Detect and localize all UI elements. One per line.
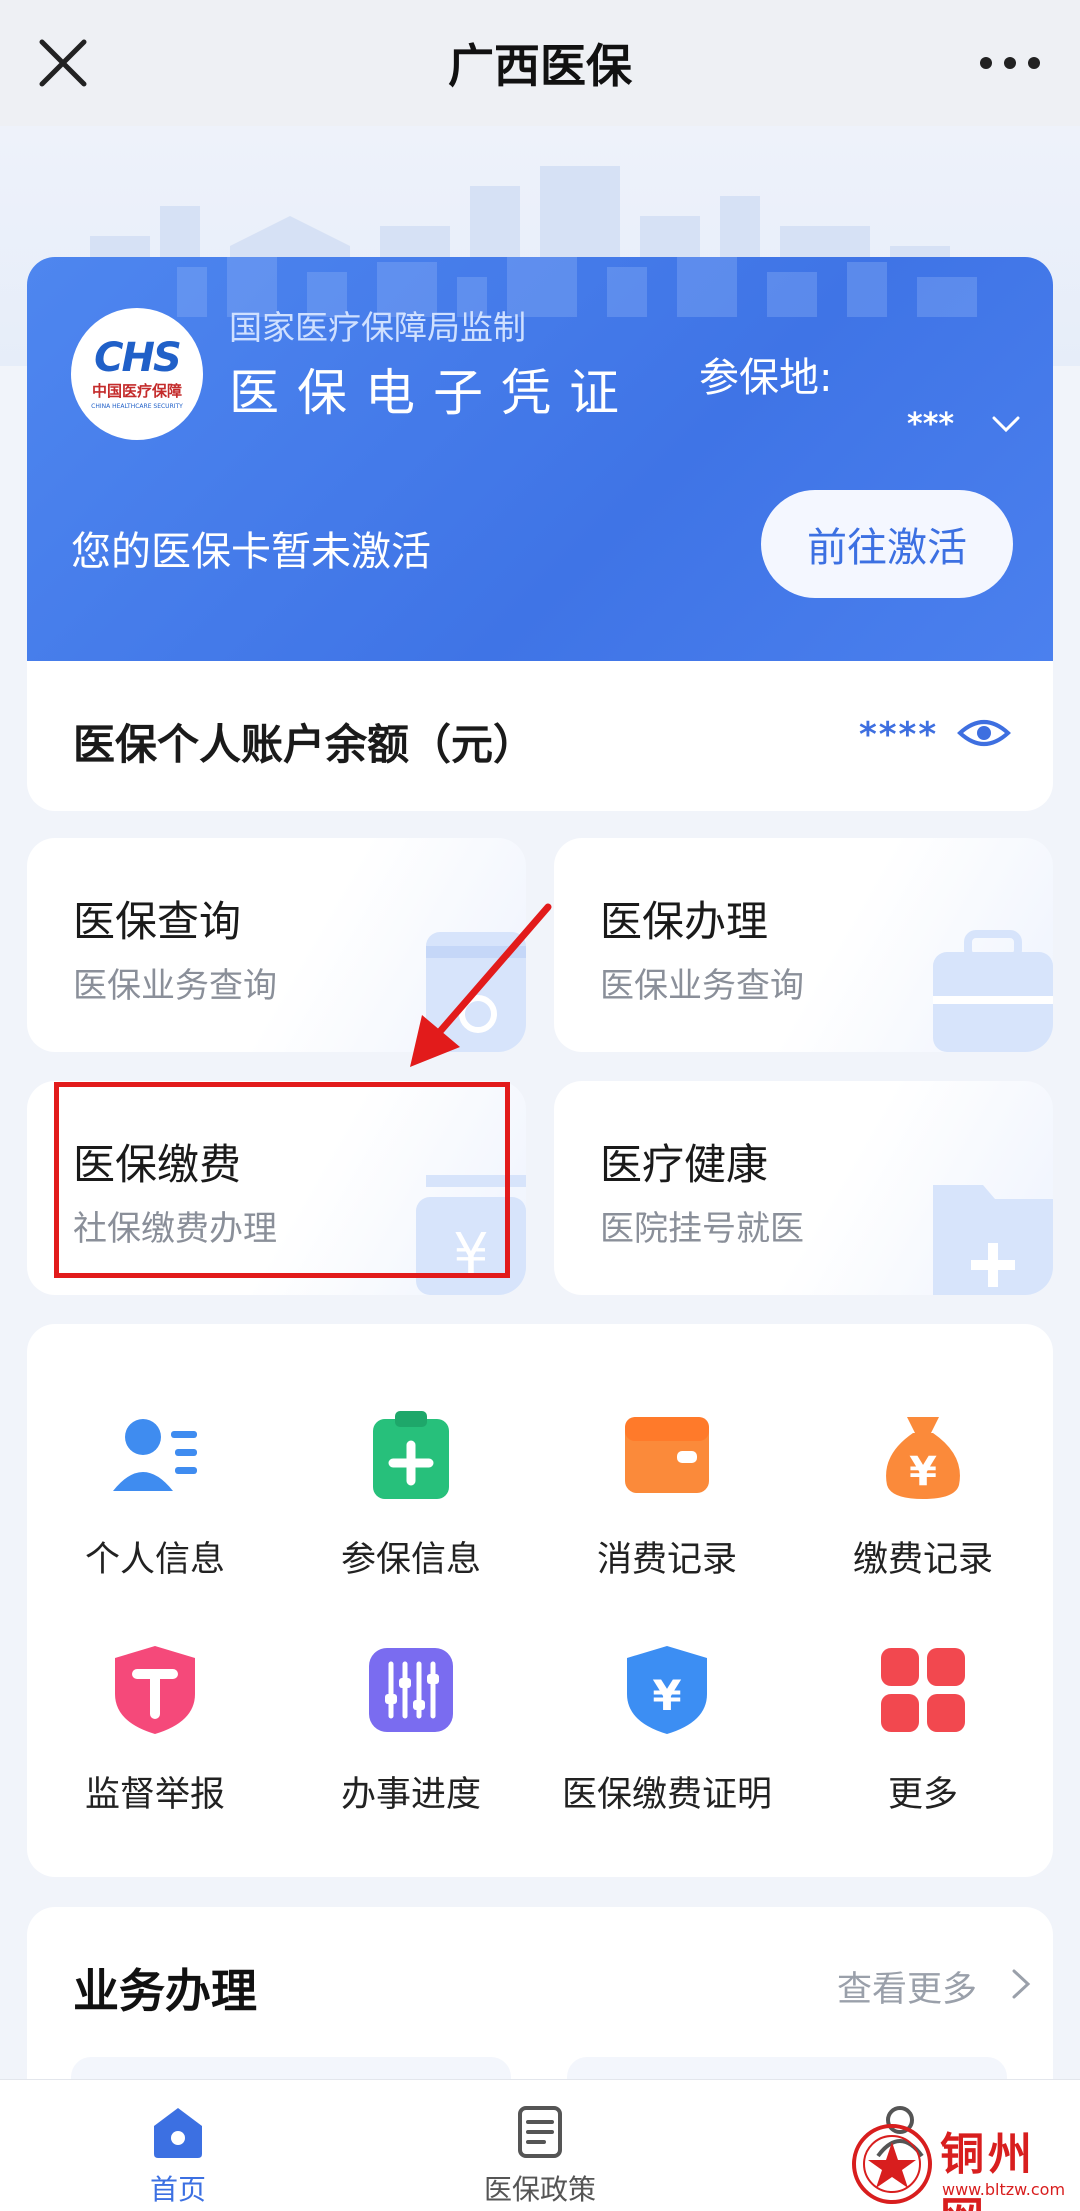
view-more-link[interactable]: 查看更多 [837,1961,977,2012]
payment-shield-icon: ¥ [627,1646,707,1734]
service-label: 更多 [887,1775,958,1815]
insured-place-label: 参保地: [699,355,833,401]
balance-value: **** [859,715,939,755]
page-title: 广西医保 [448,39,632,93]
top-navbar: 广西医保 [0,0,1080,126]
service-more[interactable]: 更多 [795,1644,1051,1854]
chevron-down-icon[interactable] [989,407,1023,441]
chs-logo: CHS 中国医疗保障 CHINA HEALTHCARE SECURITY [71,308,203,440]
tab-label: 医保政策 [483,2173,596,2206]
service-label: 办事进度 [340,1775,481,1815]
supervision-text: 国家医疗保障局监制 [229,308,526,347]
svg-text:¥: ¥ [652,1671,681,1720]
svg-text:¥: ¥ [909,1449,937,1495]
section-title: 业务办理 [73,1964,257,2018]
chevron-right-icon[interactable] [1009,1967,1033,2001]
voucher-skyline-decoration [177,257,977,317]
quick-card-title: 医保办理 [600,897,769,946]
voucher-title: 医保电子凭证 [229,364,637,422]
service-payment-certificate[interactable]: ¥ 医保缴费证明 [539,1644,795,1854]
service-label: 消费记录 [596,1540,737,1580]
insured-place-value[interactable]: *** [907,407,954,442]
eye-icon[interactable] [957,713,1011,753]
watermark-seal-icon [852,2124,932,2204]
annotation-highlight-box [54,1082,510,1278]
quick-card-subtitle: 医保业务查询 [600,966,804,1006]
wallet-icon [625,1417,709,1493]
watermark-url: www.bltzw.com [942,2180,1066,2199]
tab-home[interactable]: 首页 [68,2080,288,2211]
more-grid-icon [881,1648,965,1732]
service-label: 缴费记录 [852,1540,993,1580]
quick-card-title: 医保查询 [73,897,242,946]
annotation-arrow-icon [410,903,552,1067]
logo-english-name: CHINA HEALTHCARE SECURITY [91,403,183,410]
quick-card-subtitle: 医院挂号就医 [600,1209,804,1249]
services-grid: 个人信息 参保信息 消费记录 ¥ 缴费记录 监督举报 办事进度 ¥ 医保缴费证明… [27,1324,1053,1877]
insurance-clipboard-icon [373,1411,449,1499]
person-info-icon [113,1419,197,1491]
quick-card-insurance-handle[interactable]: 医保办理 医保业务查询 [554,838,1053,1052]
service-personal-info[interactable]: 个人信息 [27,1409,283,1619]
logo-mark: CHS [94,335,182,381]
progress-sliders-icon [369,1648,453,1732]
home-icon [154,2108,202,2158]
account-balance-panel: 医保个人账户余额（元） **** [27,661,1053,811]
more-options-icon[interactable] [970,30,1050,96]
service-spending-record[interactable]: 消费记录 [539,1409,795,1619]
service-supervision-report[interactable]: 监督举报 [27,1644,283,1854]
money-bag-icon: ¥ [886,1417,960,1499]
policy-doc-icon [518,2106,562,2158]
e-voucher-card: CHS 中国医疗保障 CHINA HEALTHCARE SECURITY 国家医… [27,257,1053,661]
balance-label: 医保个人账户余额（元） [73,720,536,769]
service-label: 参保信息 [340,1540,481,1580]
service-label: 医保缴费证明 [561,1775,772,1815]
tab-label: 首页 [149,2173,206,2206]
service-progress[interactable]: 办事进度 [283,1644,539,1854]
service-label: 个人信息 [84,1540,225,1580]
report-shield-icon [115,1646,195,1734]
quick-card-medical-health[interactable]: 医疗健康 医院挂号就医 [554,1081,1053,1295]
logo-chinese-name: 中国医疗保障 [91,382,182,400]
activate-button[interactable]: 前往激活 [761,490,1013,598]
service-label: 监督举报 [84,1775,225,1815]
tab-policy[interactable]: 医保政策 [430,2080,650,2211]
medical-folder-icon [933,1185,1053,1295]
quick-card-title: 医疗健康 [600,1140,769,1189]
site-watermark: 铜州网 www.bltzw.com [850,2118,1080,2211]
card-inactive-notice: 您的医保卡暂未激活 [71,529,431,575]
briefcase-icon [933,930,1053,1052]
service-payment-record[interactable]: ¥ 缴费记录 [795,1409,1051,1619]
close-icon[interactable] [30,30,96,96]
quick-card-subtitle: 医保业务查询 [73,966,277,1006]
service-insurance-info[interactable]: 参保信息 [283,1409,539,1619]
